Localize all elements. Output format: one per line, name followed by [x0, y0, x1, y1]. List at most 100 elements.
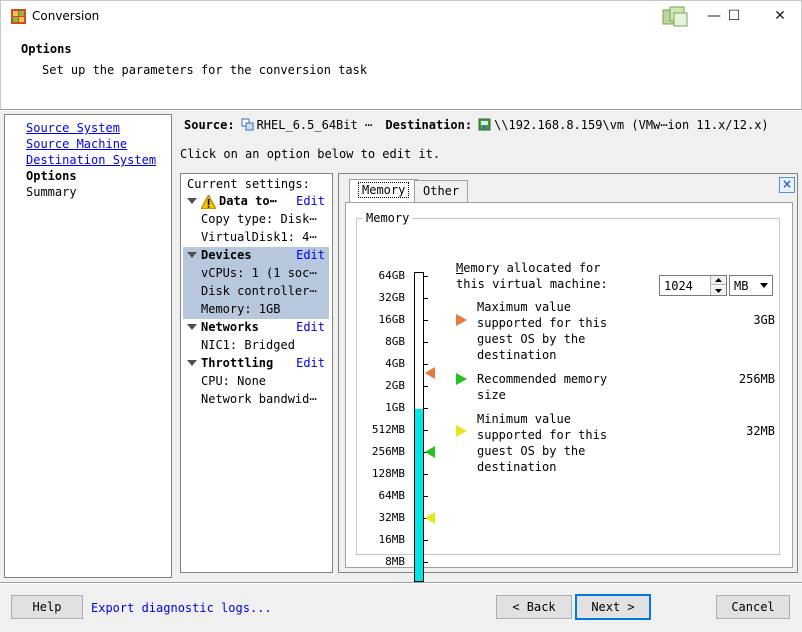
help-button[interactable]: Help	[11, 595, 83, 619]
memory-group-label: Memory	[363, 211, 413, 225]
edit-devices-link[interactable]: Edit	[296, 248, 325, 262]
settings-title: Current settings:	[187, 177, 310, 191]
memory-scale-label: 256MB	[371, 445, 405, 458]
collapse-icon	[187, 252, 197, 258]
legend-label: Recommended memory size	[477, 372, 608, 402]
destination-value: \\192.168.8.159\vm (VMw⋯ion 11.x/12.x)	[494, 118, 769, 132]
memory-unit: MB	[734, 279, 749, 293]
settings-group-networks[interactable]: Networks Edit	[183, 319, 329, 337]
settings-list: Current settings: Data to⋯ Edit Copy typ…	[180, 173, 333, 573]
nav-source-machine[interactable]: Source Machine	[26, 137, 127, 151]
memory-scale-label: 32MB	[378, 511, 406, 524]
memory-scale-label: 16MB	[378, 533, 406, 546]
tab-label: Memory	[358, 182, 410, 198]
page-title: Options	[21, 42, 72, 56]
back-button[interactable]: < Back	[496, 595, 572, 619]
memory-scale-label: 4GB	[385, 357, 405, 370]
footer-divider	[0, 582, 802, 584]
legend-marker-icon	[456, 373, 467, 385]
snap-layout-icon[interactable]	[661, 6, 689, 28]
memory-marker-icon	[425, 446, 435, 458]
settings-item: Disk controller⋯	[201, 284, 317, 298]
memory-scale-label: 128MB	[371, 467, 405, 480]
edit-throttling-link[interactable]: Edit	[296, 356, 325, 370]
window-title: Conversion	[32, 9, 100, 23]
legend-value: 3GB	[753, 313, 775, 327]
memory-scale-label: 8MB	[385, 555, 405, 568]
header-divider	[0, 109, 802, 111]
settings-item: VirtualDisk1: 4⋯	[201, 230, 317, 244]
close-panel-icon[interactable]: ×	[779, 177, 795, 193]
collapse-icon	[187, 198, 197, 204]
maximize-icon: ☐	[727, 8, 741, 24]
source-label: Source:	[184, 118, 235, 132]
memory-value: 1024	[664, 279, 693, 293]
memory-bar-fill	[415, 409, 423, 581]
memory-group: Memory 64GB 32GB 16GB 8GB 4GB 2GB 1GB 512MB 256M…	[356, 211, 780, 582]
settings-group-label: Throttling	[201, 356, 274, 370]
legend-value: 256MB	[738, 372, 775, 386]
legend-label: Minimum value supported for this guest O…	[477, 412, 608, 474]
export-diagnostic-logs-link[interactable]: Export diagnostic logs...	[91, 601, 272, 615]
close-icon: ✕	[774, 8, 786, 24]
memory-scale-label: 2GB	[385, 379, 405, 392]
close-button[interactable]: ✕	[757, 1, 802, 31]
next-button-label: Next >	[591, 600, 635, 614]
memory-marker-icon	[425, 367, 435, 380]
memory-scale-label: 32GB	[378, 291, 406, 304]
settings-group-label: Devices	[201, 248, 252, 262]
collapse-icon	[187, 360, 197, 366]
settings-item: Copy type: Disk⋯	[201, 212, 317, 226]
memory-scale-label: 8GB	[385, 335, 405, 348]
source-destination-summary: Source: RHEL_6.5_64Bit ⋯ Destination: \\19…	[184, 118, 769, 132]
memory-value-input[interactable]: 1024	[659, 275, 727, 296]
legend-marker-icon	[456, 314, 467, 326]
settings-item: Memory: 1GB	[201, 302, 281, 316]
settings-item: vCPUs: 1 (1 soc⋯	[201, 266, 317, 280]
nav-source-system[interactable]: Source System	[26, 121, 120, 135]
edit-networks-link[interactable]: Edit	[296, 320, 325, 334]
nav-options: Options	[26, 169, 77, 183]
warning-icon	[201, 195, 216, 209]
nav-summary: Summary	[26, 185, 77, 199]
memory-tab-body: Memory 64GB 32GB 16GB 8GB 4GB 2GB 1GB 512MB 256M…	[345, 202, 793, 582]
legend-label: Maximum value supported for this guest O…	[477, 300, 608, 362]
collapse-icon	[187, 324, 197, 330]
title-bar: Conversion — ☐ ✕	[0, 0, 802, 32]
page-subtitle: Set up the parameters for the conversion…	[42, 63, 368, 77]
nav-destination-system[interactable]: Destination System	[26, 153, 156, 167]
tab-label: Other	[423, 184, 460, 198]
options-panel: × Memory Other Memory 64GB 32GB 16GB 8GB 4GB…	[338, 173, 798, 582]
help-button-label: Help	[32, 600, 62, 614]
settings-item: CPU: None	[201, 374, 267, 388]
maximize-button[interactable]: ☐	[711, 1, 757, 31]
memory-scale-label: 64MB	[378, 489, 406, 502]
page-header: Options Set up the parameters for the co…	[0, 32, 802, 110]
back-button-label: < Back	[512, 600, 556, 614]
cancel-button[interactable]: Cancel	[716, 595, 790, 619]
source-machine-icon	[241, 118, 254, 131]
app-icon	[11, 9, 26, 24]
legend-value: 32MB	[746, 424, 775, 438]
tab-memory[interactable]: Memory	[349, 179, 419, 203]
spin-up-icon[interactable]	[711, 276, 726, 285]
memory-scale-label: 512MB	[371, 423, 405, 436]
cancel-button-label: Cancel	[731, 600, 775, 614]
settings-group-label: Data to⋯	[219, 194, 277, 208]
edit-data-to-copy-link[interactable]: Edit	[296, 194, 325, 208]
settings-item: Network bandwid⋯	[201, 392, 317, 406]
memory-allocated-label: Memory allocated for this virtual machin…	[456, 261, 608, 291]
instruction-text: Click on an option below to edit it.	[180, 147, 441, 161]
tab-other[interactable]: Other	[414, 180, 469, 202]
spin-down-icon[interactable]	[711, 286, 726, 295]
memory-bar[interactable]	[414, 272, 424, 582]
memory-unit-select[interactable]: MB	[729, 275, 773, 296]
settings-group-data-to-copy[interactable]: Data to⋯ Edit	[183, 193, 329, 211]
next-button[interactable]: Next >	[575, 594, 651, 620]
source-value: RHEL_6.5_64Bit ⋯	[256, 118, 373, 132]
chevron-down-icon	[760, 283, 768, 288]
settings-group-devices[interactable]: Devices Edit	[183, 247, 329, 265]
memory-spinner	[710, 276, 726, 295]
destination-host-icon	[478, 118, 491, 131]
settings-group-throttling[interactable]: Throttling Edit	[183, 355, 329, 373]
